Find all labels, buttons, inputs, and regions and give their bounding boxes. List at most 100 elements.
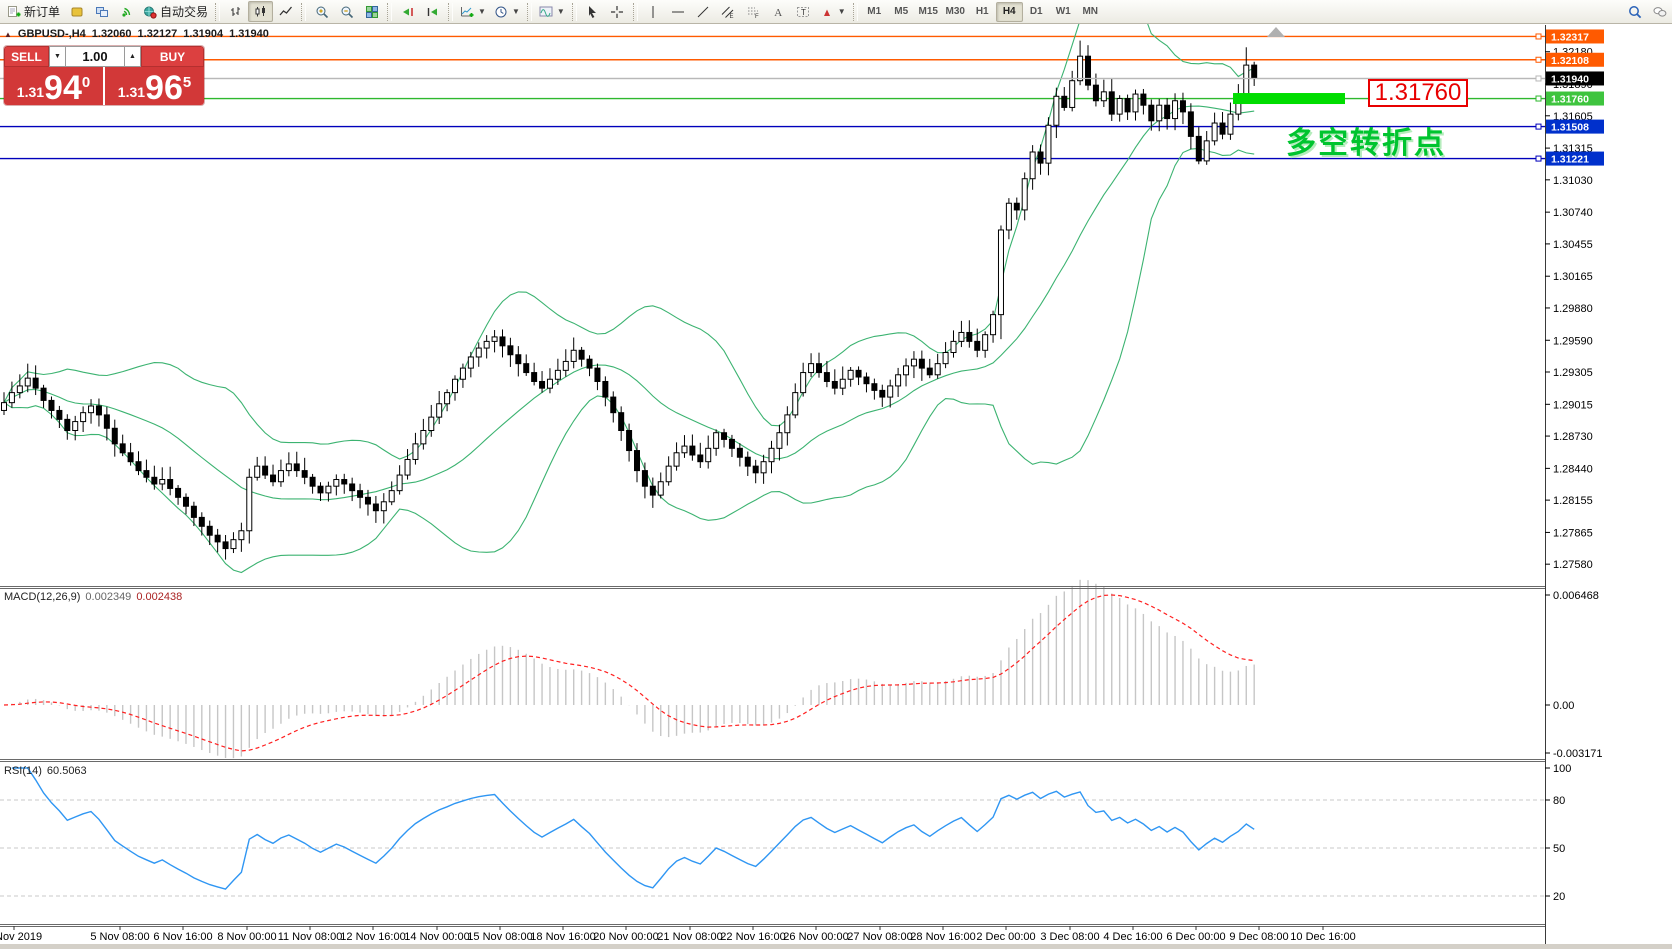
svg-text:12 Nov 16:00: 12 Nov 16:00 [340,931,405,943]
svg-text:1.28730: 1.28730 [1553,431,1593,443]
horizontal-line-tool-button[interactable] [666,1,691,22]
ohlc-low: 1.31904 [183,28,223,40]
new-order-button[interactable]: 新订单 [3,1,64,22]
toolbar-separator [448,3,453,21]
echan-icon: E [721,5,735,19]
sell-price-big: 94 [44,73,82,103]
svg-text:4 Dec 16:00: 4 Dec 16:00 [1103,931,1162,943]
textA-icon: A [771,5,785,19]
template-button[interactable]: ▼ [535,1,569,22]
text-tool-button[interactable]: A [766,1,791,22]
trendline-tool-button[interactable] [691,1,716,22]
timeframe-mn[interactable]: MN [1077,2,1104,22]
fibonacci-tool-button[interactable]: F [741,1,766,22]
market-watch-button[interactable] [64,1,89,22]
chart-title: ▲ GBPUSD-,H4 1.32060 1.32127 1.31904 1.3… [4,28,269,40]
line-chart-button[interactable] [273,1,298,22]
volume-input[interactable] [66,46,124,67]
fibo-icon: F [746,5,760,19]
add-indicator-button[interactable]: ▼ [456,1,490,22]
label-tool-button[interactable]: T [791,1,816,22]
chat-icon [1653,5,1667,19]
navigator-button[interactable] [114,1,139,22]
timeframe-w1[interactable]: W1 [1050,2,1077,22]
tiles-icon [365,5,379,19]
svg-text:A: A [774,7,782,19]
equidistant-channel-tool-button[interactable]: E [716,1,741,22]
toolbar-separator [572,3,577,21]
svg-text:100: 100 [1553,763,1571,775]
arrows-tool-button[interactable]: ▼ [816,1,850,22]
svg-text:1.31030: 1.31030 [1553,175,1593,187]
vertical-line-tool-button[interactable] [641,1,666,22]
autotrading-button[interactable]: 自动交易 [139,1,212,22]
mt4-window: { "toolbar": { "new_order_label": "新订单",… [0,0,1672,949]
svg-text:1.29305: 1.29305 [1553,367,1593,379]
svg-text:1.28440: 1.28440 [1553,463,1593,475]
toolbar-separator [853,3,858,21]
search-button[interactable] [1622,1,1647,22]
search-icon [1628,5,1642,19]
auto-scroll-button[interactable] [420,1,445,22]
crosshair-tool-button[interactable] [605,1,630,22]
toolbar-separator [215,3,220,21]
ohlc-close: 1.31940 [229,28,269,40]
zoomout-icon [340,5,354,19]
svg-text:18 Nov 16:00: 18 Nov 16:00 [530,931,595,943]
addind-icon [460,5,474,19]
support-zone-bar[interactable] [1233,93,1345,104]
price-annotation-box[interactable]: 1.31760 [1368,79,1468,107]
vline-icon [646,5,660,19]
timeframe-m5[interactable]: M5 [888,2,915,22]
svg-text:14 Nov 00:00: 14 Nov 00:00 [404,931,469,943]
candlestick-chart-button[interactable] [248,1,273,22]
ohlc-open: 1.32060 [92,28,132,40]
toolbar-separator [633,3,638,21]
candles-icon [254,5,268,19]
chart-mark-icon: ▲ [4,30,12,39]
timeframe-h1[interactable]: H1 [969,2,996,22]
svg-text:6 Dec 00:00: 6 Dec 00:00 [1166,931,1225,943]
tile-windows-button[interactable] [359,1,384,22]
timeframe-d1[interactable]: D1 [1023,2,1050,22]
autotrading-button-label: 自动交易 [160,3,208,20]
crosshair-icon [610,5,624,19]
sell-button[interactable]: SELL [4,46,49,67]
chevron-down-icon: ▼ [512,7,520,16]
buy-button[interactable]: BUY [141,46,204,67]
bar-chart-button[interactable] [223,1,248,22]
turning-point-text[interactable]: 多空转折点 [1286,118,1446,162]
svg-text:26 Nov 00:00: 26 Nov 00:00 [783,931,848,943]
buy-price[interactable]: 1.31 96 5 [105,67,204,105]
chevron-down-icon: ▼ [838,7,846,16]
chart-shift-button[interactable] [395,1,420,22]
timeframe-m30[interactable]: M30 [942,2,969,22]
tline-icon [696,5,710,19]
period-button[interactable]: ▼ [490,1,524,22]
zoom-out-button[interactable] [334,1,359,22]
cursor-icon [585,5,599,19]
hline-icon [671,5,685,19]
svg-text:4 Nov 2019: 4 Nov 2019 [0,931,42,943]
svg-text:1.31508: 1.31508 [1551,122,1589,134]
svg-text:1.31760: 1.31760 [1551,94,1589,106]
svg-text:80: 80 [1553,795,1565,807]
macd-value: 0.002349 [85,591,131,603]
volume-decrease-button[interactable]: ▼ [49,46,66,67]
zoom-in-button[interactable] [309,1,334,22]
cube-icon [70,5,84,19]
timeframe-h4[interactable]: H4 [996,2,1023,22]
timeframe-m1[interactable]: M1 [861,2,888,22]
svg-text:0.006468: 0.006468 [1553,590,1599,602]
bars-icon [229,5,243,19]
cursor-tool-button[interactable] [580,1,605,22]
svg-text:20 Nov 00:00: 20 Nov 00:00 [593,931,658,943]
timeframe-m15[interactable]: M15 [915,2,942,22]
chat-button[interactable] [1647,1,1672,22]
toolbar-separator [387,3,392,21]
linechart-icon [279,5,293,19]
data-window-button[interactable] [89,1,114,22]
sell-price-prefix: 1.31 [17,84,44,100]
volume-increase-button[interactable]: ▲ [124,46,141,67]
sell-price[interactable]: 1.31 94 0 [4,67,103,105]
